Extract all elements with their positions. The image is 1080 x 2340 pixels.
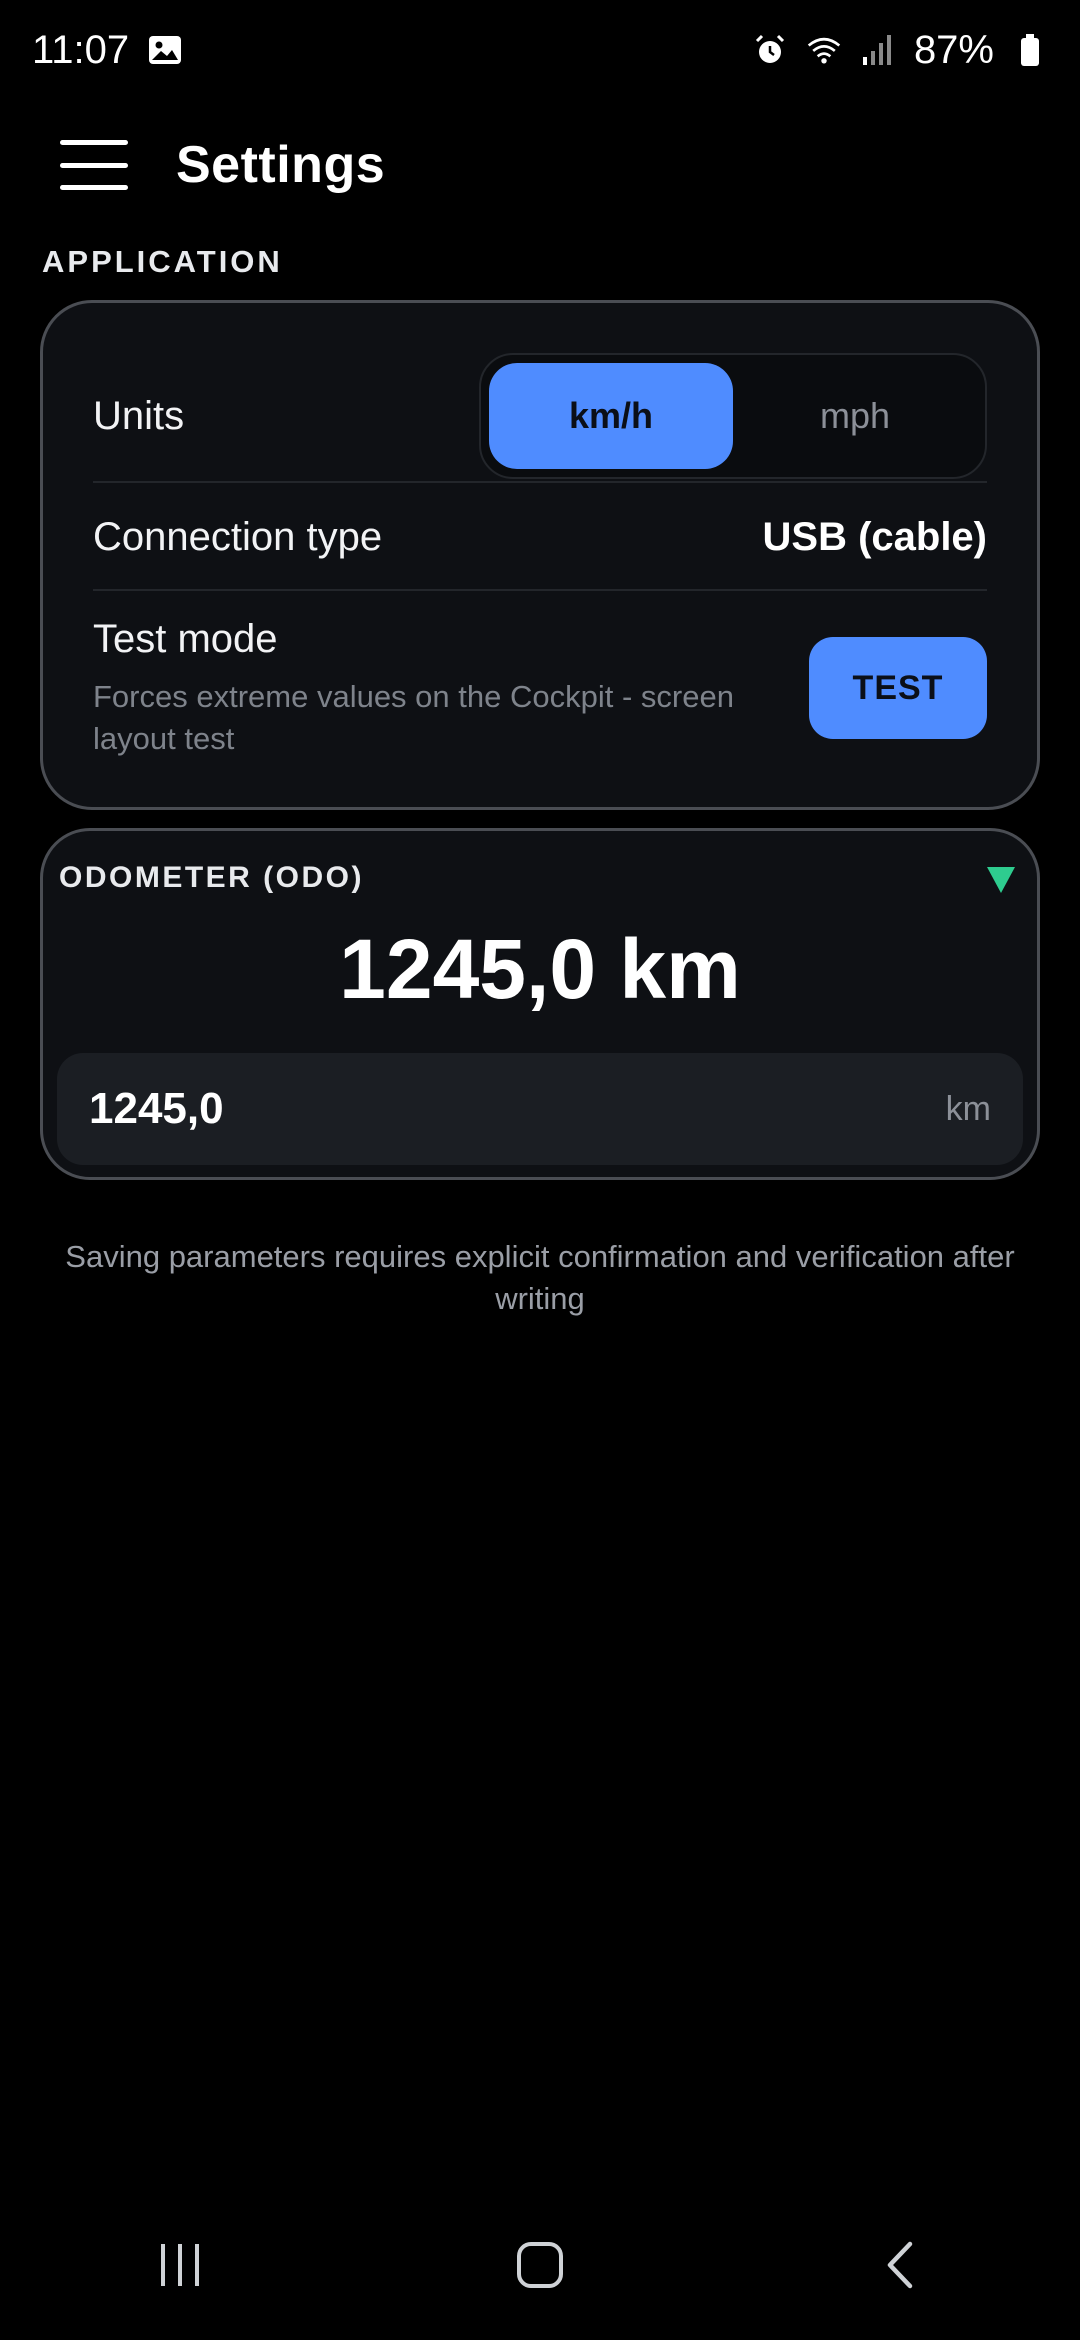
divider: [93, 589, 987, 591]
units-option-mph[interactable]: mph: [733, 363, 977, 469]
triangle-down-icon[interactable]: [987, 867, 1015, 893]
units-option-kmh[interactable]: km/h: [489, 363, 733, 469]
test-mode-description: Forces extreme values on the Cockpit - s…: [93, 678, 734, 756]
battery-percent: 87%: [913, 27, 994, 72]
footer-note: Saving parameters requires explicit conf…: [65, 1239, 1015, 1316]
units-segmented-control: km/h mph: [479, 353, 987, 479]
alarm-icon: [752, 32, 788, 68]
signal-icon: [860, 32, 896, 68]
back-icon[interactable]: [840, 2215, 960, 2315]
odometer-input-field[interactable]: km: [57, 1053, 1023, 1165]
odometer-unit: km: [945, 1089, 991, 1128]
home-icon[interactable]: [480, 2215, 600, 2315]
wifi-icon: [806, 32, 842, 68]
units-label: Units: [93, 393, 185, 438]
settings-screen: 11:07 87% Settings APPLICATION Units km/…: [0, 0, 1080, 2340]
test-mode-row: Test mode Forces extreme values on the C…: [93, 603, 987, 773]
status-left: 11:07: [32, 28, 183, 73]
page-title: Settings: [176, 136, 386, 194]
battery-icon: [1012, 32, 1048, 68]
section-label-application: APPLICATION: [42, 244, 283, 279]
connection-label: Connection type: [93, 514, 383, 559]
odometer-display-value: 1245,0 km: [339, 922, 741, 1016]
menu-line: [60, 185, 128, 190]
odometer-label: ODOMETER (ODO): [59, 861, 364, 894]
application-card: Units km/h mph Connection type USB (cabl…: [40, 300, 1040, 810]
status-time: 11:07: [32, 27, 130, 72]
divider: [93, 481, 987, 483]
recent-apps-icon[interactable]: [120, 2215, 240, 2315]
units-row: Units km/h mph: [93, 353, 987, 479]
odometer-input[interactable]: [89, 1084, 789, 1134]
odometer-card: ODOMETER (ODO) 1245,0 km km: [40, 828, 1040, 1180]
menu-line: [60, 162, 128, 168]
hamburger-menu-icon[interactable]: [60, 140, 130, 190]
test-mode-title: Test mode: [93, 616, 278, 661]
menu-line: [60, 140, 128, 145]
image-icon: [147, 32, 183, 68]
test-button[interactable]: TEST: [809, 637, 987, 739]
status-bar: 11:07 87%: [0, 0, 1080, 100]
status-right: 87%: [752, 28, 1048, 73]
system-nav-bar: [0, 2190, 1080, 2340]
connection-value: USB (cable): [762, 514, 988, 559]
test-mode-text: Test mode Forces extreme values on the C…: [93, 617, 793, 760]
app-header: Settings: [0, 120, 1080, 210]
connection-row[interactable]: Connection type USB (cable): [93, 485, 987, 589]
